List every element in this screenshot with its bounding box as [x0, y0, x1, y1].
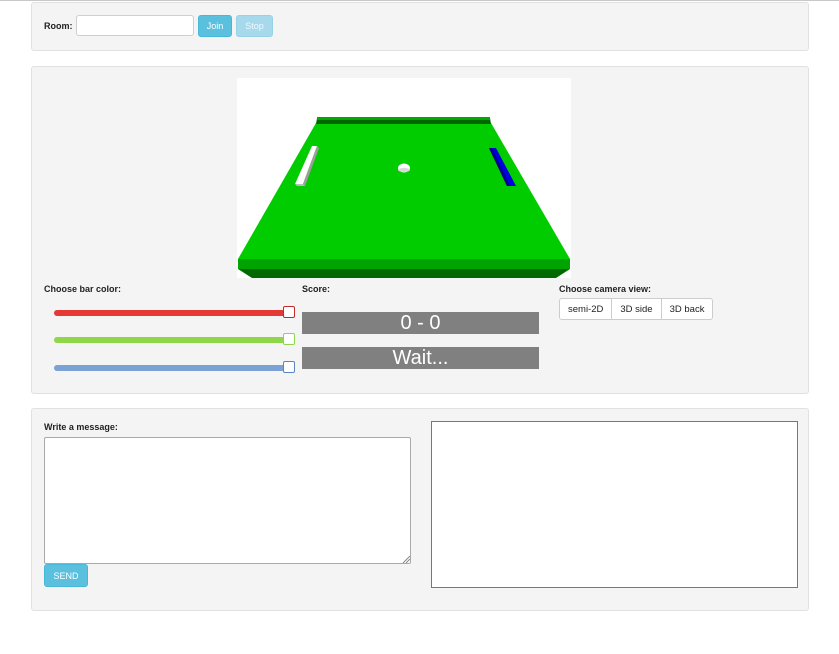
camera-3d-back-button[interactable]: 3D back: [660, 298, 714, 320]
camera-view-button-group: semi-2D 3D side 3D back: [559, 298, 714, 320]
bar-color-label: Choose bar color:: [44, 284, 122, 294]
camera-semi-2d-button[interactable]: semi-2D: [559, 298, 613, 320]
room-panel: Room: Join Stop: [31, 2, 809, 51]
game-status-display: Wait...: [302, 347, 539, 369]
red-color-slider[interactable]: [54, 306, 295, 320]
table-surface: [238, 123, 570, 259]
table-front-wall: [238, 269, 570, 278]
green-slider-thumb[interactable]: [283, 333, 295, 345]
score-label: Score:: [302, 284, 331, 294]
top-border: [0, 0, 839, 1]
green-color-slider[interactable]: [54, 333, 295, 347]
room-label: Room:: [44, 21, 73, 31]
red-slider-thumb[interactable]: [283, 306, 295, 318]
pong-scene: [238, 117, 570, 278]
chat-panel: Write a message: SEND: [31, 408, 809, 611]
message-textarea[interactable]: [44, 437, 411, 564]
resize-grip-icon[interactable]: [402, 555, 410, 563]
stop-button[interactable]: Stop: [236, 15, 273, 37]
game-panel: Choose bar color: Score: Choose camera v…: [31, 66, 809, 394]
camera-3d-side-button[interactable]: 3D side: [611, 298, 662, 320]
red-slider-track: [54, 310, 292, 316]
game-canvas[interactable]: [237, 78, 571, 278]
chat-log: [431, 421, 798, 588]
ball-shadow: [398, 168, 410, 172]
score-display: 0 - 0: [302, 312, 539, 334]
room-input[interactable]: [76, 15, 194, 36]
table-front-wall-top: [238, 259, 570, 269]
blue-slider-track: [54, 365, 292, 371]
message-label: Write a message:: [44, 422, 118, 432]
blue-slider-thumb[interactable]: [283, 361, 295, 373]
send-button[interactable]: SEND: [44, 564, 88, 587]
blue-color-slider[interactable]: [54, 361, 295, 375]
table-far-wall-top: [317, 117, 490, 120]
green-slider-track: [54, 337, 292, 343]
join-button[interactable]: Join: [198, 15, 232, 37]
camera-view-label: Choose camera view:: [559, 284, 652, 294]
